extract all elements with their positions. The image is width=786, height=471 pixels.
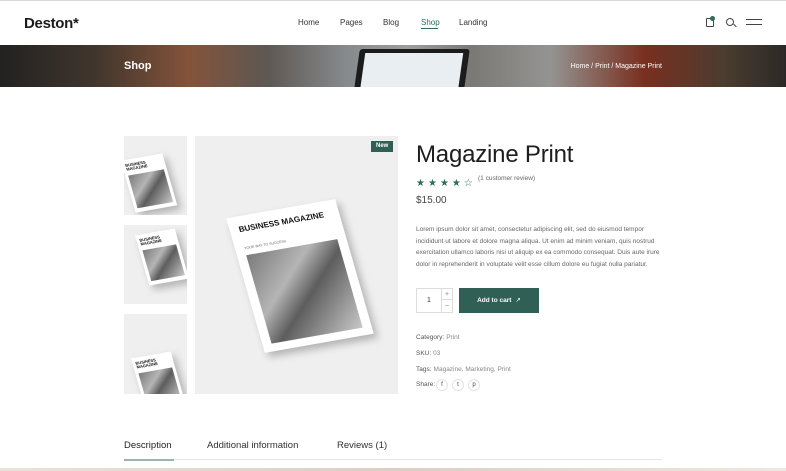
facebook-icon[interactable]: f bbox=[436, 379, 448, 391]
page-banner bbox=[0, 45, 786, 87]
nav-pages[interactable]: Pages bbox=[340, 18, 363, 27]
arrow-up-right-icon: ↗ bbox=[515, 297, 521, 304]
cover-title: BUSINESS MAGAZINE bbox=[237, 210, 326, 235]
breadcrumb: Home / Print / Magazine Print bbox=[570, 63, 662, 70]
category-row: Category: Print bbox=[416, 334, 460, 341]
product-description: Lorem ipsum dolor sit amet, consectetur … bbox=[416, 226, 660, 268]
quantity-buttons: + – bbox=[441, 289, 452, 312]
sku-label: SKU: bbox=[416, 350, 432, 357]
new-badge: New bbox=[371, 141, 394, 152]
menu-icon[interactable] bbox=[746, 19, 762, 25]
nav-active-indicator bbox=[421, 28, 438, 29]
add-to-cart-button[interactable]: Add to cart ↗ bbox=[459, 288, 539, 313]
gallery-thumbnail-1[interactable]: BUSINESS MAGAZINE bbox=[124, 136, 187, 215]
search-icon[interactable] bbox=[726, 18, 734, 26]
magazine-cover: BUSINESS MAGAZINE YOUR WAY TO SUCCESS bbox=[226, 199, 374, 353]
star-filled-icon: ★ bbox=[416, 178, 425, 189]
nav-landing[interactable]: Landing bbox=[459, 18, 487, 27]
site-logo[interactable]: Deston* bbox=[24, 15, 79, 32]
share-label: Share: bbox=[416, 381, 436, 388]
tags-links[interactable]: Magazine, Marketing, Print bbox=[434, 366, 511, 373]
star-filled-icon: ★ bbox=[451, 178, 461, 189]
add-to-cart-label: Add to cart bbox=[477, 297, 512, 304]
nav-blog[interactable]: Blog bbox=[383, 18, 399, 27]
star-filled-icon: ★ bbox=[439, 178, 449, 189]
banner-laptop-image bbox=[354, 49, 470, 87]
sku-row: SKU: 03 bbox=[416, 350, 440, 357]
star-filled-icon: ★ bbox=[427, 178, 437, 189]
product-tabs: Description Additional information Revie… bbox=[124, 438, 662, 461]
quantity-decrease-button[interactable]: – bbox=[442, 300, 452, 311]
cart-count-dot bbox=[710, 16, 715, 21]
nav-shop[interactable]: Shop bbox=[421, 18, 440, 27]
product-price: $15.00 bbox=[416, 195, 447, 206]
tab-additional-information[interactable]: Additional information bbox=[207, 440, 298, 451]
category-label: Category: bbox=[416, 334, 445, 341]
tab-description[interactable]: Description bbox=[124, 440, 172, 451]
quantity-stepper[interactable]: 1 + – bbox=[416, 288, 453, 313]
quantity-increase-button[interactable]: + bbox=[442, 289, 452, 300]
gallery-thumbnail-2[interactable]: BUSINESS MAGAZINE bbox=[124, 225, 187, 304]
gallery-thumbnail-3[interactable]: BUSINESS MAGAZINE bbox=[124, 314, 187, 394]
product-main-image[interactable]: BUSINESS MAGAZINE YOUR WAY TO SUCCESS bbox=[195, 136, 398, 394]
product-title: Magazine Print bbox=[416, 141, 574, 168]
rating-stars: ★ ★ ★ ★ ☆ bbox=[416, 173, 476, 191]
quantity-value[interactable]: 1 bbox=[427, 297, 431, 304]
tags-row: Tags: Magazine, Marketing, Print bbox=[416, 366, 511, 373]
tags-label: Tags: bbox=[416, 366, 432, 373]
nav-home[interactable]: Home bbox=[298, 18, 319, 27]
category-link[interactable]: Print bbox=[446, 334, 459, 341]
twitter-icon[interactable]: t bbox=[452, 379, 464, 391]
pinterest-icon[interactable]: p bbox=[468, 379, 480, 391]
tab-active-indicator bbox=[124, 459, 174, 461]
star-empty-icon: ☆ bbox=[463, 178, 473, 189]
sku-value: 03 bbox=[433, 350, 441, 357]
page-title: Shop bbox=[124, 60, 152, 72]
tab-reviews[interactable]: Reviews (1) bbox=[337, 440, 387, 451]
review-count-link[interactable]: (1 customer review) bbox=[478, 175, 535, 182]
